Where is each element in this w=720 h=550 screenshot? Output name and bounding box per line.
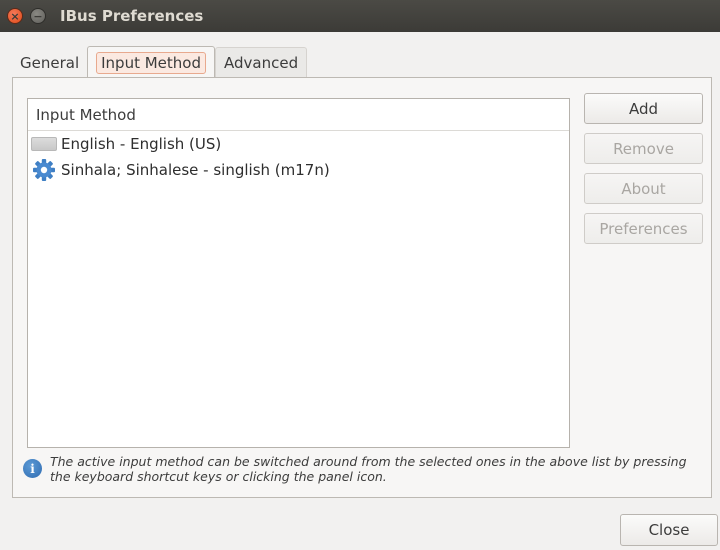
tab-general[interactable]: General bbox=[12, 47, 87, 78]
tab-input-method-label: Input Method bbox=[96, 51, 206, 74]
list-item[interactable]: English - English (US) bbox=[28, 131, 569, 157]
info-text-line-1: The active input method can be switched … bbox=[50, 454, 687, 469]
window-close-icon[interactable]: × bbox=[7, 8, 23, 24]
add-button[interactable]: Add bbox=[584, 93, 703, 124]
info-text-line-2: the keyboard shortcut keys or clicking t… bbox=[50, 469, 387, 484]
close-button[interactable]: Close bbox=[620, 514, 718, 546]
remove-button[interactable]: Remove bbox=[584, 133, 703, 164]
input-method-list[interactable]: Input Method English - English (US) Sinh… bbox=[27, 98, 570, 448]
window-minimize-icon[interactable]: − bbox=[30, 8, 46, 24]
side-button-column: Add Remove About Preferences bbox=[584, 93, 704, 253]
tab-bar: General Input Method Advanced bbox=[12, 46, 308, 78]
keyboard-icon bbox=[31, 137, 57, 151]
list-item-label: Sinhala; Sinhalese - singlish (m17n) bbox=[61, 161, 330, 179]
window-minimize-glyph: − bbox=[33, 9, 43, 23]
info-icon-glyph: i bbox=[30, 461, 35, 476]
tab-advanced-label: Advanced bbox=[224, 54, 299, 72]
titlebar: × − IBus Preferences bbox=[0, 0, 720, 32]
info-message: i The active input method can be switche… bbox=[23, 454, 703, 484]
tab-input-method[interactable]: Input Method bbox=[87, 46, 215, 78]
tab-panel-input-method: Input Method English - English (US) Sinh… bbox=[12, 77, 712, 498]
list-item[interactable]: Sinhala; Sinhalese - singlish (m17n) bbox=[28, 157, 569, 183]
list-item-label: English - English (US) bbox=[61, 135, 222, 153]
about-button[interactable]: About bbox=[584, 173, 703, 204]
info-text: The active input method can be switched … bbox=[50, 454, 687, 484]
window-title: IBus Preferences bbox=[60, 7, 204, 25]
preferences-button[interactable]: Preferences bbox=[584, 213, 703, 244]
gear-icon bbox=[33, 159, 55, 181]
ibus-preferences-window: × − IBus Preferences General Input Metho… bbox=[0, 0, 720, 550]
window-close-glyph: × bbox=[10, 9, 20, 23]
tab-advanced[interactable]: Advanced bbox=[215, 47, 308, 78]
list-column-header[interactable]: Input Method bbox=[28, 99, 569, 131]
tab-general-label: General bbox=[20, 53, 80, 72]
info-icon: i bbox=[23, 459, 42, 478]
